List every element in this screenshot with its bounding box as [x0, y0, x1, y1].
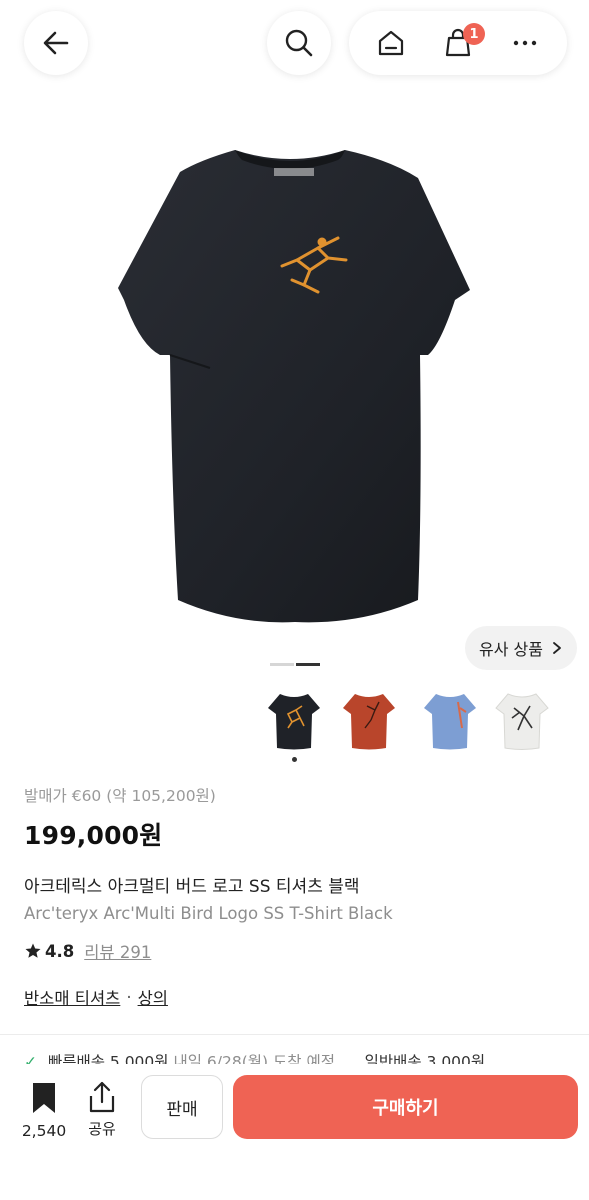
search-icon — [285, 29, 313, 57]
release-price: 발매가 €60 (약 105,200원) — [24, 787, 216, 805]
buy-button[interactable]: 구매하기 — [233, 1075, 578, 1139]
category-link-tops[interactable]: 상의 — [138, 985, 168, 1009]
chevron-right-icon — [553, 642, 561, 654]
share-label: 공유 — [88, 1120, 116, 1138]
product-price: 199,000원 — [24, 821, 163, 850]
sell-button[interactable]: 판매 — [141, 1075, 223, 1139]
tshirt-image — [118, 150, 470, 623]
tshirt-thumbnail — [268, 694, 320, 750]
reviews-link[interactable]: 리뷰 291 — [84, 939, 151, 963]
product-info: 발매가 €60 (약 105,200원) 199,000원 아크테릭스 아크멀티… — [24, 784, 564, 1009]
indicator-segment — [270, 663, 294, 666]
cart-badge: 1 — [462, 23, 485, 45]
header-actions: 1 — [349, 11, 567, 75]
more-icon — [514, 40, 537, 46]
cart-button[interactable]: 1 — [430, 15, 486, 71]
more-button[interactable] — [497, 15, 553, 71]
thumbnail-blue[interactable] — [418, 688, 482, 752]
rating-score: 4.8 — [45, 941, 75, 961]
product-name-en: Arc'teryx Arc'Multi Bird Logo SS T-Shirt… — [24, 904, 393, 923]
product-name-ko: 아크테릭스 아크멀티 버드 로고 SS 티셔츠 블랙 — [24, 877, 360, 897]
thumbnail-white[interactable] — [490, 688, 554, 752]
category-link-short-sleeve[interactable]: 반소매 티셔츠 — [24, 985, 120, 1009]
home-button[interactable] — [363, 15, 419, 71]
save-button[interactable]: 2,540 — [16, 1082, 72, 1152]
share-icon — [89, 1081, 115, 1113]
bottom-action-bar: 2,540 공유 판매 구매하기 — [0, 1064, 589, 1200]
thumbnail-black[interactable] — [262, 688, 326, 752]
product-main-image[interactable] — [60, 120, 530, 640]
indicator-segment-active — [296, 663, 320, 666]
tshirt-thumbnail — [495, 693, 549, 750]
tshirt-thumbnail — [424, 694, 476, 750]
section-divider — [0, 1034, 589, 1035]
similar-products-label: 유사 상품 — [479, 640, 543, 659]
color-thumbnails — [262, 688, 582, 760]
share-button[interactable]: 공유 — [80, 1080, 124, 1152]
save-count: 2,540 — [21, 1122, 67, 1140]
top-bar: 1 — [0, 0, 589, 90]
bookmark-icon — [33, 1083, 55, 1113]
tshirt-thumbnail — [343, 694, 395, 750]
rating-row: 4.8 리뷰 291 — [24, 939, 564, 963]
category-separator: · — [126, 987, 132, 1007]
thumbnail-red[interactable] — [337, 688, 401, 752]
carousel-indicator — [270, 663, 320, 666]
star-icon — [25, 943, 41, 958]
search-button[interactable] — [267, 11, 331, 75]
back-button[interactable] — [24, 11, 88, 75]
selected-thumbnail-dot — [292, 757, 297, 762]
similar-products-button[interactable]: 유사 상품 — [465, 626, 577, 670]
home-icon — [378, 30, 403, 56]
category-breadcrumb: 반소매 티셔츠 · 상의 — [24, 985, 564, 1009]
back-arrow-icon — [43, 31, 69, 55]
